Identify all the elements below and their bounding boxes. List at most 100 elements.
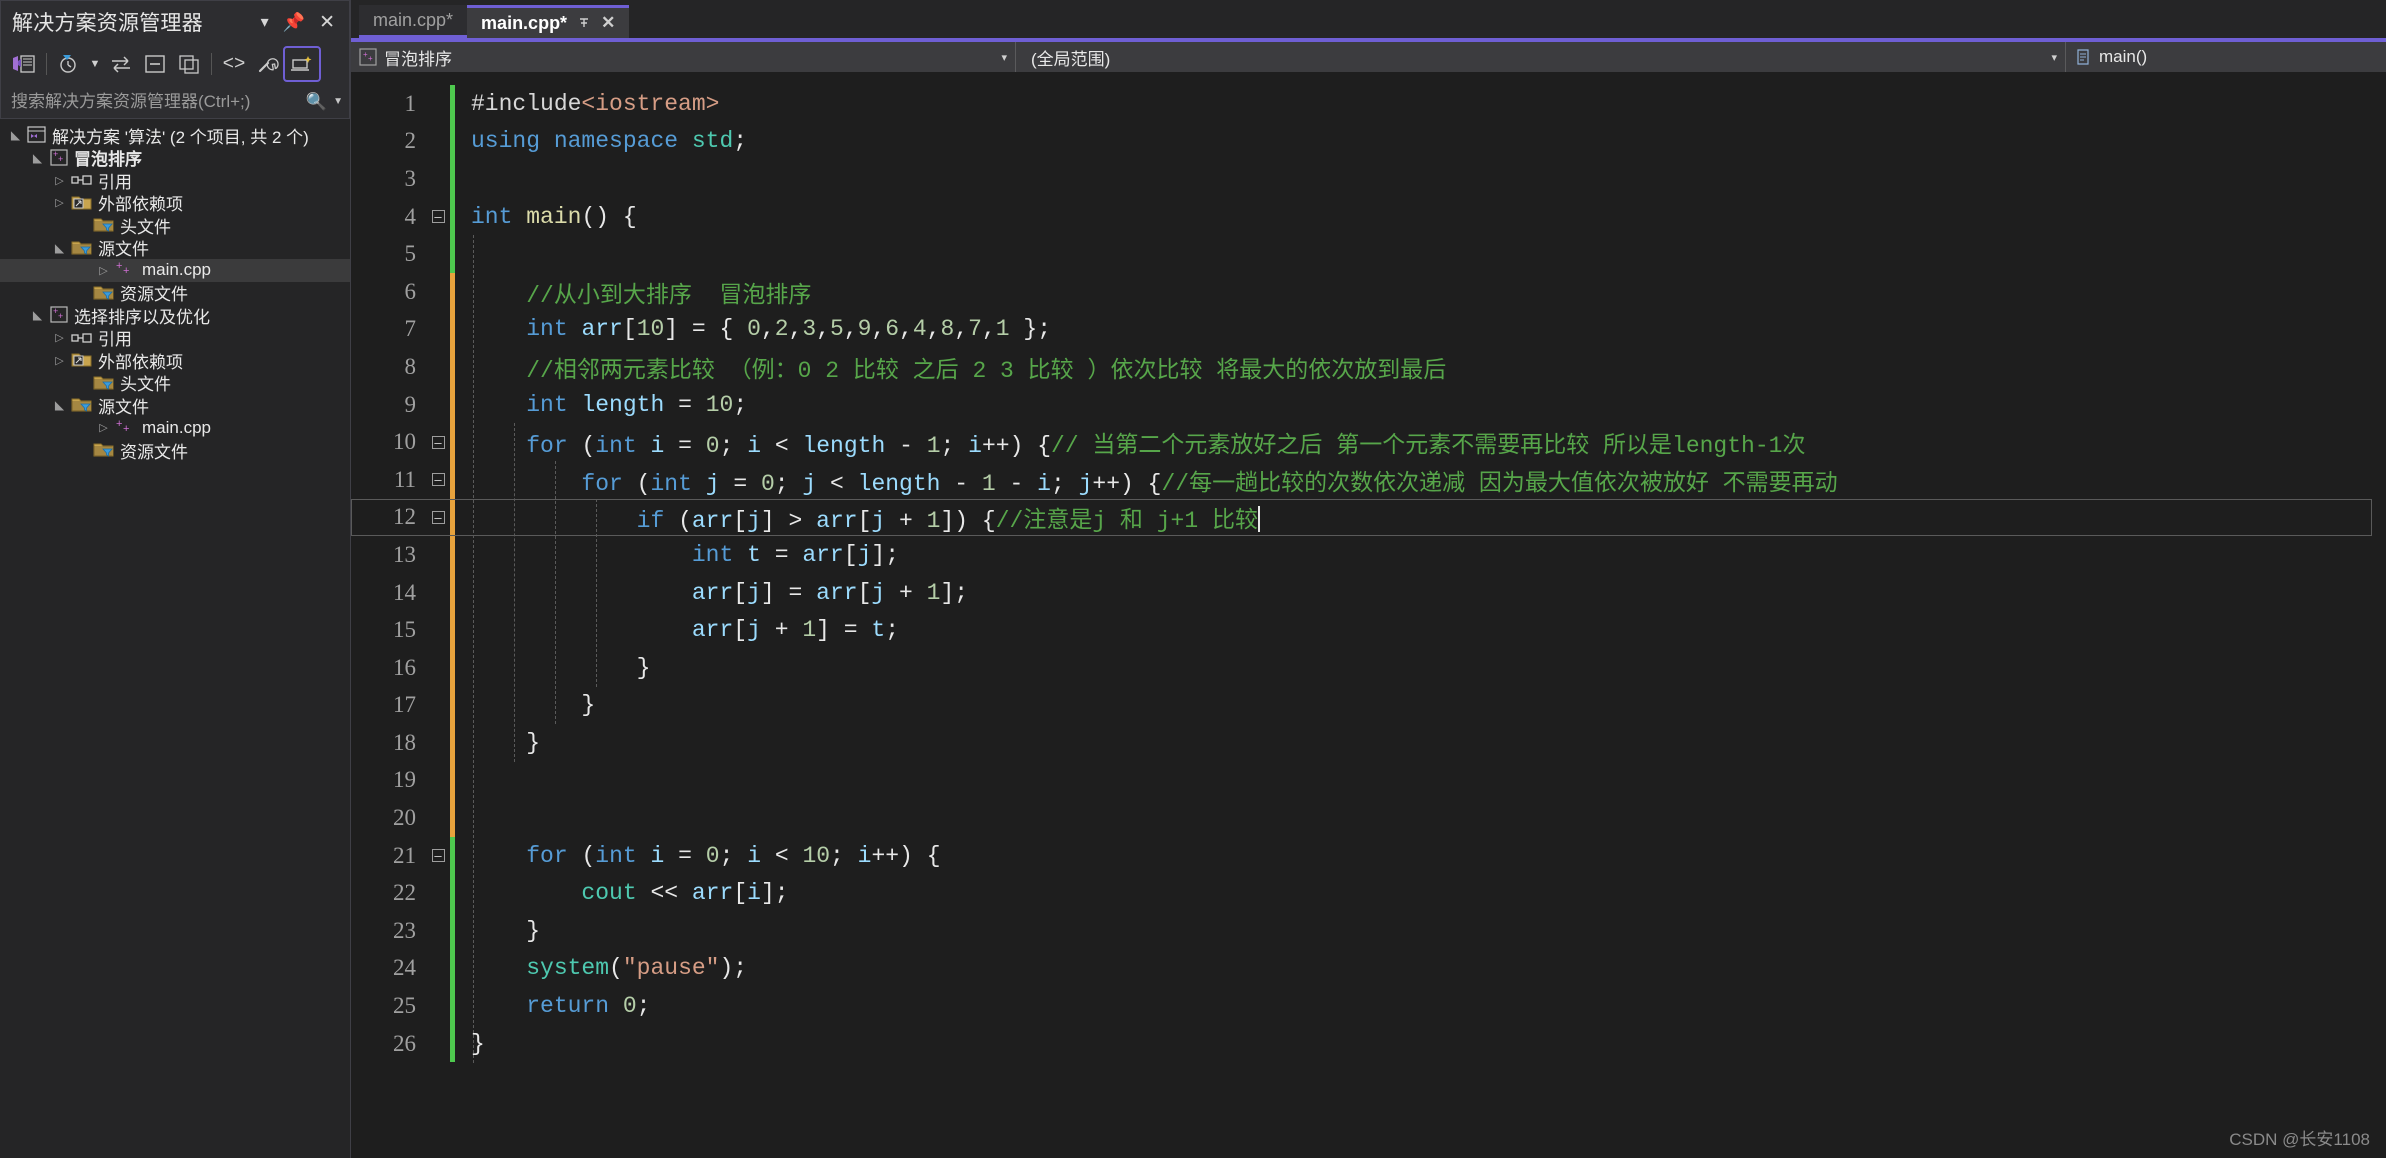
code-text[interactable]: return 0;	[455, 993, 2372, 1019]
expander-expanded-icon[interactable]: ◢	[30, 151, 45, 165]
tree-item-[interactable]: ◢ 源文件	[0, 394, 350, 417]
code-line[interactable]: 5	[351, 235, 2372, 273]
code-line[interactable]: 24 system("pause");	[351, 949, 2372, 988]
collapse-all-icon[interactable]	[138, 48, 172, 80]
code-line[interactable]: 7 int arr[10] = { 0,2,3,5,9,6,4,8,7,1 };	[351, 310, 2372, 349]
code-text[interactable]: #include<iostream>	[455, 91, 2372, 117]
tree-item-[interactable]: 头文件	[0, 214, 350, 237]
code-line[interactable]: 15 arr[j + 1] = t;	[351, 611, 2372, 649]
code-line[interactable]: 12– if (arr[j] > arr[j + 1]) {//注意是j 和 j…	[351, 498, 2372, 537]
tree-item-[interactable]: ▷ 引用	[0, 169, 350, 192]
code-line[interactable]: 14 arr[j] = arr[j + 1];	[351, 573, 2372, 612]
search-icon[interactable]: 🔍	[306, 92, 327, 112]
code-line[interactable]: 4– int main() {	[351, 197, 2372, 236]
fold-collapse-icon[interactable]: –	[426, 471, 450, 488]
code-text[interactable]: using namespace std;	[455, 128, 2372, 154]
tree-item-[interactable]: 头文件	[0, 372, 350, 394]
expander-collapsed-icon[interactable]: ▷	[52, 196, 67, 209]
navbar-scope-dropdown[interactable]: (全局范围) ▾	[1016, 42, 2066, 72]
chevron-down-icon[interactable]: ▾	[993, 51, 1007, 64]
solution-explorer-search[interactable]: 🔍 ▼	[0, 85, 350, 119]
code-text[interactable]: for (int i = 0; i < 10; i++) {	[455, 843, 2372, 869]
tree-item-[interactable]: ▷ 外部依赖项	[0, 349, 350, 372]
code-line[interactable]: 11– for (int j = 0; j < length - 1 - i; …	[351, 460, 2372, 499]
code-line[interactable]: 13 int t = arr[j];	[351, 536, 2372, 574]
code-line[interactable]: 19	[351, 761, 2372, 800]
home-icon[interactable]	[7, 48, 41, 80]
code-text[interactable]: for (int j = 0; j < length - 1 - i; j++)…	[455, 463, 2372, 497]
tree-item-[interactable]: 资源文件	[0, 282, 350, 304]
tree-item-[interactable]: 资源文件	[0, 439, 350, 462]
tree-item-[interactable]: ◢ 源文件	[0, 237, 350, 259]
code-line[interactable]: 21– for (int i = 0; i < 10; i++) {	[351, 836, 2372, 875]
chevron-down-icon-2[interactable]: ▾	[2043, 51, 2057, 64]
code-text[interactable]: system("pause");	[455, 955, 2372, 981]
code-text[interactable]: int main() {	[455, 204, 2372, 230]
pending-changes-icon[interactable]	[52, 48, 86, 80]
tree-item-main.cpp[interactable]: ▷ + + main.cpp	[0, 417, 350, 440]
expander-expanded-icon[interactable]: ◢	[30, 308, 45, 322]
close-icon[interactable]: ✕	[319, 11, 335, 34]
search-input[interactable]	[11, 91, 306, 112]
search-options-caret-icon[interactable]: ▼	[333, 96, 343, 107]
expander-collapsed-icon[interactable]: ▷	[96, 421, 111, 434]
code-line[interactable]: 1 #include<iostream>	[351, 85, 2372, 123]
code-line[interactable]: 16 }	[351, 648, 2372, 687]
navbar-project-dropdown[interactable]: + + 冒泡排序 ▾	[351, 42, 1016, 72]
code-text[interactable]: //从小到大排序 冒泡排序	[455, 275, 2372, 309]
code-text[interactable]: }	[455, 918, 2372, 944]
document-tab-active[interactable]: main.cpp* ✕	[467, 5, 630, 38]
tab-pin-icon[interactable]	[577, 16, 591, 30]
code-text[interactable]: arr[j] = arr[j + 1];	[455, 580, 2372, 606]
fold-collapse-icon[interactable]: –	[426, 509, 450, 526]
code-line[interactable]: 25 return 0;	[351, 987, 2372, 1025]
code-line[interactable]: 18 }	[351, 724, 2372, 762]
code-editor[interactable]: 1 #include<iostream> 2 using namespace std;…	[351, 72, 2386, 1158]
code-line[interactable]: 10– for (int i = 0; i < length - 1; i++)…	[351, 423, 2372, 461]
tree-item-[interactable]: ▷ 引用	[0, 327, 350, 349]
code-line[interactable]: 9 int length = 10;	[351, 385, 2372, 424]
code-view-icon[interactable]: <>	[217, 48, 251, 80]
code-line[interactable]: 3	[351, 160, 2372, 198]
code-text[interactable]: cout << arr[i];	[455, 880, 2372, 906]
code-line[interactable]: 20	[351, 799, 2372, 837]
code-text[interactable]: int arr[10] = { 0,2,3,5,9,6,4,8,7,1 };	[455, 316, 2372, 342]
code-text[interactable]: //相邻两元素比较 （例：0 2 比较 之后 2 3 比较 ）依次比较 将最大的…	[455, 350, 2372, 384]
tree-item-[interactable]: ◢ + + 冒泡排序	[0, 147, 350, 170]
properties-wrench-icon[interactable]	[251, 48, 285, 80]
code-text[interactable]: int t = arr[j];	[455, 542, 2372, 568]
pin-icon[interactable]: 📌	[283, 12, 305, 33]
fold-collapse-icon[interactable]: –	[426, 208, 450, 225]
code-line[interactable]: 6 //从小到大排序 冒泡排序	[351, 272, 2372, 311]
expander-expanded-icon[interactable]: ◢	[52, 398, 67, 412]
expander-collapsed-icon[interactable]: ▷	[52, 354, 67, 367]
sync-icon[interactable]	[104, 48, 138, 80]
editor-vertical-scrollbar[interactable]	[2372, 72, 2386, 1158]
code-line[interactable]: 2 using namespace std;	[351, 122, 2372, 161]
tree-item-[interactable]: ◢ + + 选择排序以及优化	[0, 304, 350, 327]
code-line[interactable]: 8 //相邻两元素比较 （例：0 2 比较 之后 2 3 比较 ）依次比较 将最…	[351, 348, 2372, 386]
document-tab[interactable]: main.cpp*	[359, 5, 468, 38]
code-line[interactable]: 17 }	[351, 686, 2372, 725]
chevron-down-icon[interactable]: ▼	[86, 48, 104, 80]
code-text[interactable]: }	[455, 692, 2372, 718]
show-all-files-icon[interactable]	[172, 48, 206, 80]
code-text[interactable]: arr[j + 1] = t;	[455, 617, 2372, 643]
code-line[interactable]: 22 cout << arr[i];	[351, 874, 2372, 913]
expander-expanded-icon[interactable]: ◢	[52, 241, 67, 255]
preview-selected-item-icon[interactable]	[283, 46, 321, 82]
code-text[interactable]: int length = 10;	[455, 392, 2372, 418]
code-text[interactable]: }	[455, 655, 2372, 681]
expander-collapsed-icon[interactable]: ▷	[52, 331, 67, 344]
expander-expanded-icon[interactable]: ◢	[8, 128, 23, 142]
fold-collapse-icon[interactable]: –	[426, 847, 450, 864]
tree-item-22[interactable]: ◢ 解决方案 '算法' (2 个项目, 共 2 个)	[0, 124, 350, 147]
tree-item-[interactable]: ▷ 外部依赖项	[0, 192, 350, 214]
expander-collapsed-icon[interactable]: ▷	[96, 264, 111, 277]
code-text[interactable]: }	[455, 1031, 2372, 1057]
tree-item-main.cpp[interactable]: ▷ + + main.cpp	[0, 259, 350, 282]
tab-close-icon[interactable]: ✕	[601, 13, 615, 33]
fold-collapse-icon[interactable]: –	[426, 434, 450, 451]
dropdown-icon[interactable]: ▾	[261, 12, 269, 32]
navbar-member-dropdown[interactable]: main()	[2066, 42, 2386, 72]
